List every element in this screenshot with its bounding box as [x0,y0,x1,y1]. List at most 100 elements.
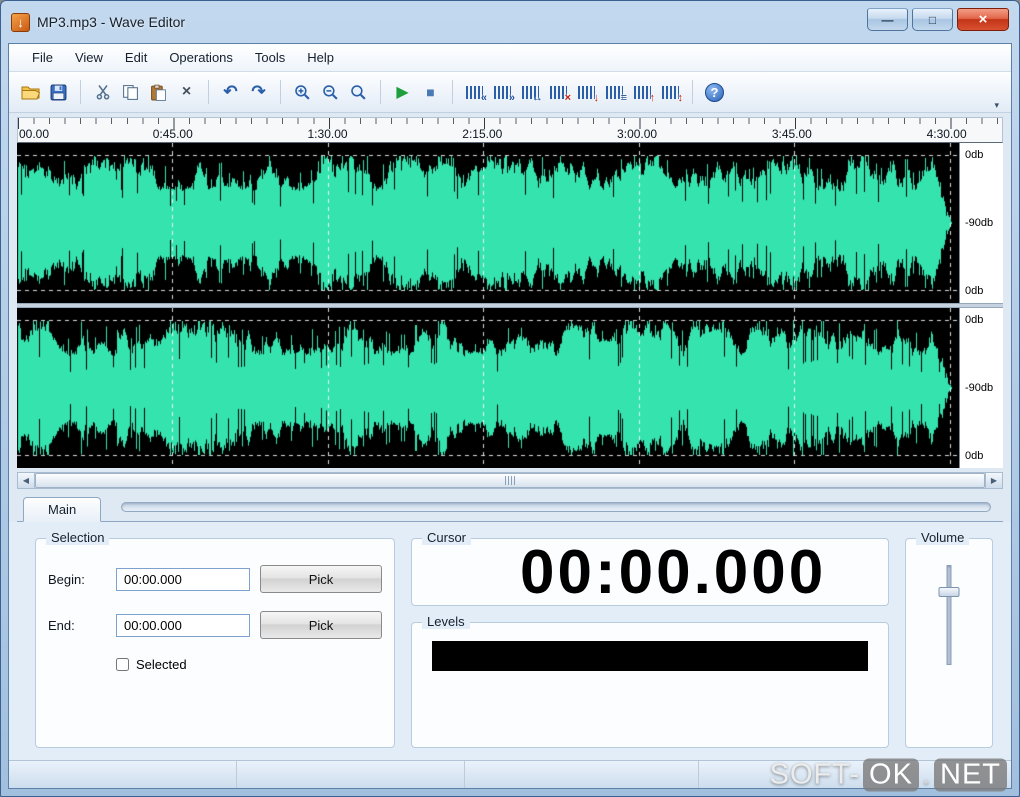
delete-button[interactable]: × [173,79,200,106]
zoom-out-icon [322,84,339,101]
level-meter [432,641,868,671]
selection-group: Selection Begin: Pick End: Pick Selected [35,538,395,748]
statusbar-cell [237,761,465,788]
play-icon: ▶ [396,82,408,102]
wave-delete-icon: × [550,86,567,99]
end-input[interactable] [116,614,250,637]
app-icon: ↓ [11,13,30,32]
ruler-tick-label: 2:15.00 [462,127,502,141]
ruler-tick-label: 3:45.00 [772,127,812,141]
paste-clipboard-icon [150,84,167,101]
copy-button[interactable] [117,79,144,106]
menu-tools[interactable]: Tools [244,45,296,70]
wave-select-all-icon: ↔ [522,86,539,99]
zoom-in-icon [294,84,311,101]
wave-select-end-icon: » [494,86,511,99]
wave-fade-out-icon: ↕ [662,86,679,99]
cut-button[interactable] [89,79,116,106]
wave-select-end-button[interactable]: » [489,79,516,106]
play-button[interactable]: ▶ [389,79,416,106]
stop-button[interactable]: ■ [417,79,444,106]
tab-main[interactable]: Main [23,497,101,522]
scroll-right-button[interactable]: ▶ [985,473,1002,488]
selected-checkbox-row: Selected [116,657,382,672]
menu-edit[interactable]: Edit [114,45,158,70]
begin-label: Begin: [48,572,106,587]
site-watermark: SOFT- OK . NET [770,758,1007,791]
tab-bar: Main [17,494,1003,522]
channel-right: 0db -90db 0db [17,308,1003,468]
open-button[interactable] [17,79,44,106]
menu-view[interactable]: View [64,45,114,70]
wave-select-all-button[interactable]: ↔ [517,79,544,106]
wave-fade-in-icon: ↑ [634,86,651,99]
scissors-icon [95,84,111,100]
scrollbar-thumb[interactable] [35,473,985,488]
horizontal-scrollbar[interactable]: ◀ ▶ [17,472,1003,489]
begin-input[interactable] [116,568,250,591]
open-folder-icon [21,84,41,100]
zoom-in-button[interactable] [289,79,316,106]
watermark-box-ok: OK [863,758,919,791]
paste-button[interactable] [145,79,172,106]
pick-begin-button[interactable]: Pick [260,565,382,593]
statusbar-cell [465,761,699,788]
save-button[interactable] [45,79,72,106]
selected-checkbox[interactable] [116,658,129,671]
menu-operations[interactable]: Operations [158,45,244,70]
ruler-tick-label: 0:45.00 [153,127,193,141]
zoom-selection-button[interactable] [345,79,372,106]
close-button[interactable]: × [957,8,1009,31]
volume-slider-track[interactable] [947,565,952,665]
menu-help[interactable]: Help [296,45,345,70]
volume-group-title: Volume [916,530,969,545]
ruler-tick-label: 1:30.00 [308,127,348,141]
cursor-group-title: Cursor [422,530,471,545]
titlebar[interactable]: ↓ MP3.mp3 - Wave Editor — □ × [8,1,1012,43]
zoom-out-button[interactable] [317,79,344,106]
wave-silence-button[interactable]: ≡ [601,79,628,106]
wave-delete-button[interactable]: × [545,79,572,106]
db-label: 0db [965,314,1003,326]
stop-icon: ■ [426,84,434,100]
time-ruler[interactable]: 00.00 0:45.00 1:30.00 2:15.00 3:00.00 3:… [17,117,1003,143]
redo-icon: ↷ [251,82,265,102]
scroll-left-icon: ◀ [23,476,29,485]
scrollbar-grip [505,476,516,485]
toolbar-separator [452,80,453,104]
toolbar-separator [380,80,381,104]
volume-slider-thumb[interactable] [939,587,960,597]
wave-crop-button[interactable]: ↓ [573,79,600,106]
help-button[interactable]: ? [701,79,728,106]
delete-x-icon: × [182,83,191,101]
redo-button[interactable]: ↷ [245,79,272,106]
toolbar-overflow-chevron[interactable]: ▾ [990,99,1003,112]
minimize-icon: — [882,13,894,27]
waveform-area: 00.00 0:45.00 1:30.00 2:15.00 3:00.00 3:… [17,117,1003,489]
wave-fade-in-button[interactable]: ↑ [629,79,656,106]
watermark-box-net: NET [934,758,1007,791]
window-title: MP3.mp3 - Wave Editor [37,14,185,30]
waveform-left-canvas[interactable] [17,143,959,303]
position-slider[interactable] [121,502,991,512]
maximize-button[interactable]: □ [912,8,953,31]
waveform-right-canvas[interactable] [17,308,959,468]
minimize-button[interactable]: — [867,8,908,31]
cursor-time-display: 00:00.000 [412,539,826,605]
db-label: 0db [965,450,1003,462]
undo-button[interactable]: ↶ [217,79,244,106]
channel-left: 0db -90db 0db [17,143,1003,303]
menubar: File View Edit Operations Tools Help [9,44,1011,72]
scroll-left-button[interactable]: ◀ [18,473,35,488]
ruler-tick-label: 4:30.00 [927,127,967,141]
selected-checkbox-label: Selected [136,657,187,672]
levels-group-title: Levels [422,614,470,629]
menu-file[interactable]: File [21,45,64,70]
toolbar-separator [280,80,281,104]
wave-select-start-button[interactable]: « [461,79,488,106]
wave-fade-out-button[interactable]: ↕ [657,79,684,106]
db-label: 0db [965,285,1003,297]
end-label: End: [48,618,106,633]
pick-end-button[interactable]: Pick [260,611,382,639]
maximize-icon: □ [929,13,936,27]
